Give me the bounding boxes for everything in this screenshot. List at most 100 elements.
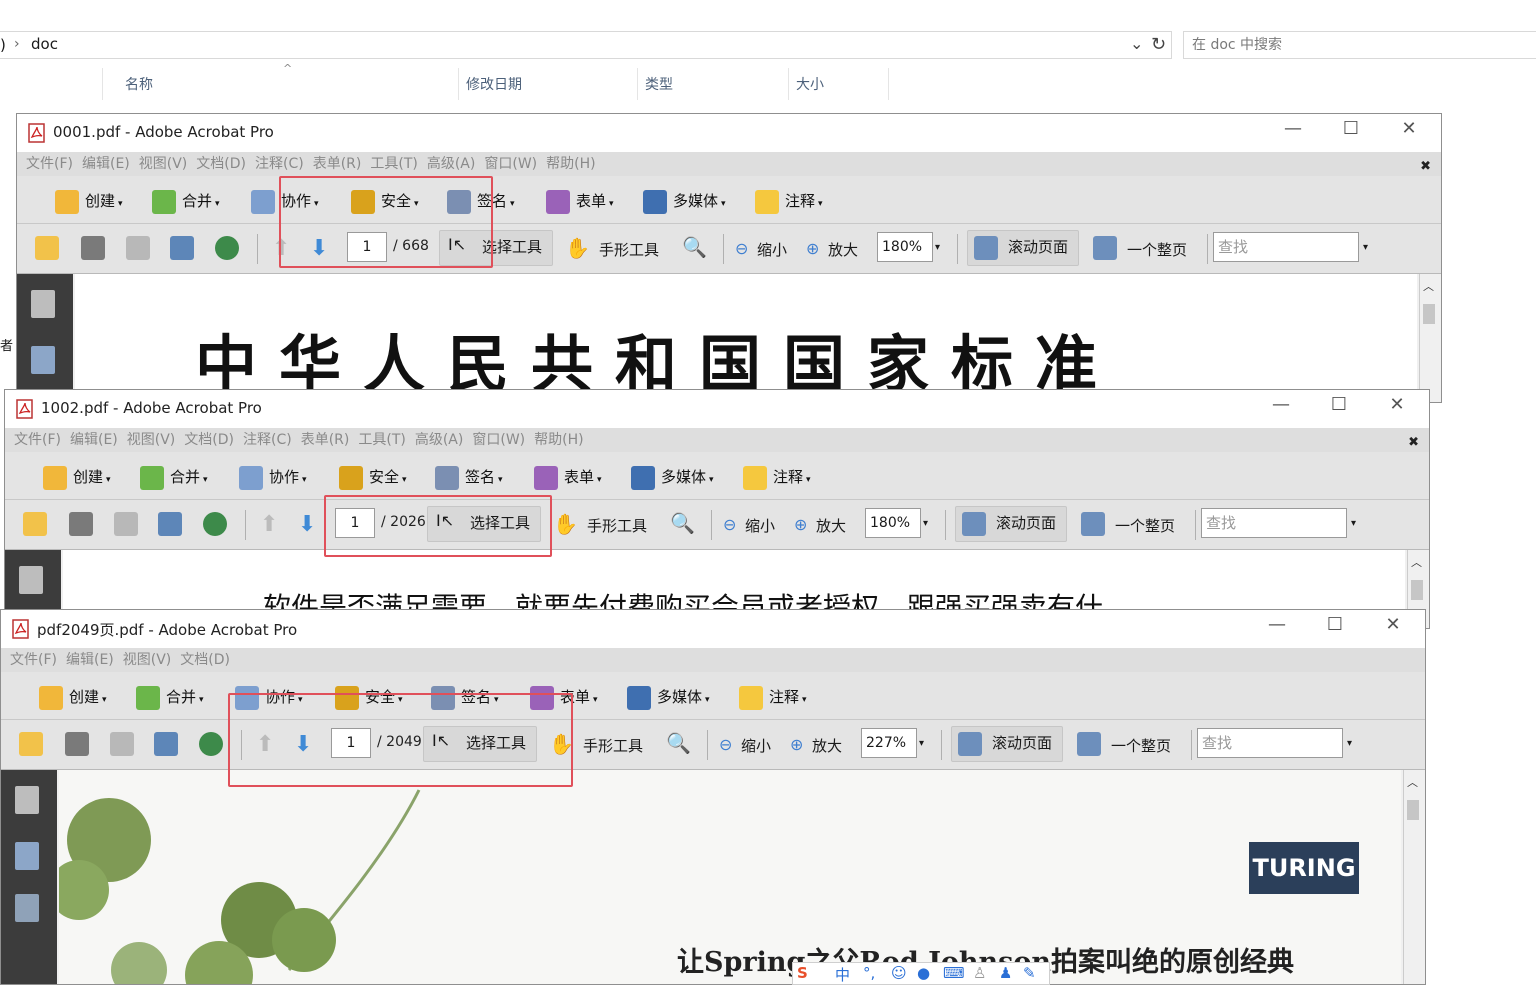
zoom-out-icon[interactable]: ⊖ — [723, 515, 736, 534]
marquee-zoom-icon[interactable]: 🔍 — [682, 235, 707, 259]
fit-page-label[interactable]: 一个整页 — [1111, 735, 1171, 756]
title-bar[interactable]: 0001.pdf - Adobe Acrobat Pro — ☐ ✕ — [17, 114, 1441, 152]
bookmarks-panel-icon[interactable] — [15, 842, 39, 870]
merge-button[interactable]: 合并 ▾ — [152, 188, 220, 214]
zoom-out-label[interactable]: 缩小 — [745, 515, 775, 536]
menu-item[interactable]: 文档(D) — [196, 152, 246, 176]
hand-tool-label[interactable]: 手形工具 — [583, 735, 643, 756]
breadcrumb-doc[interactable]: doc — [31, 35, 58, 53]
pages-panel-icon[interactable] — [15, 786, 39, 814]
ime-language-toggle[interactable]: 中 — [835, 964, 850, 985]
settings-wrench-icon[interactable]: ✎ — [1023, 964, 1036, 982]
zoom-level-select[interactable]: 180% — [877, 232, 933, 262]
emoji-icon[interactable]: ☺ — [891, 964, 907, 982]
user-icon[interactable]: ♙ — [973, 964, 986, 982]
bookmarks-panel-icon[interactable] — [31, 346, 55, 374]
maximize-button[interactable]: ☐ — [1315, 614, 1355, 635]
minimize-button[interactable]: — — [1273, 118, 1313, 139]
zoom-out-icon[interactable]: ⊖ — [719, 735, 732, 754]
comment-button[interactable]: 注释 ▾ — [755, 188, 823, 214]
menu-item[interactable]: 视图(V) — [139, 152, 188, 176]
print-icon[interactable] — [65, 732, 89, 756]
ime-toolbar[interactable]: S 中 °, ☺ ● ⌨ ♙ ♟ ✎ — [792, 962, 1050, 985]
zoom-dropdown-icon[interactable]: ▾ — [923, 518, 928, 529]
refresh-icon[interactable]: ↻ — [1151, 34, 1166, 55]
menu-item[interactable]: 注释(C) — [243, 428, 292, 452]
collaborate-button[interactable]: 协作 ▾ — [239, 464, 307, 490]
find-dropdown-icon[interactable]: ▾ — [1363, 242, 1368, 253]
minimize-button[interactable]: — — [1261, 394, 1301, 415]
zoom-in-icon[interactable]: ⊕ — [806, 239, 819, 258]
create-button[interactable]: 创建 ▾ — [55, 188, 123, 214]
scroll-up-icon[interactable]: ︿ — [1407, 774, 1418, 790]
keyboard-icon[interactable]: ⌨ — [943, 964, 965, 982]
merge-button[interactable]: 合并 ▾ — [136, 684, 204, 710]
previous-page-icon[interactable]: ⬆ — [260, 512, 278, 537]
maximize-button[interactable]: ☐ — [1319, 394, 1359, 415]
multimedia-button[interactable]: 多媒体 ▾ — [643, 188, 726, 214]
menu-item[interactable]: 编辑(E) — [82, 152, 130, 176]
marquee-zoom-icon[interactable]: 🔍 — [670, 511, 695, 535]
menu-item[interactable]: 表单(R) — [301, 428, 350, 452]
zoom-in-label[interactable]: 放大 — [816, 515, 846, 536]
scroll-up-icon[interactable]: ︿ — [1423, 278, 1434, 294]
document-page[interactable]: TURING 让Spring之父Rod Johnson拍案叫绝的原创经典 — [59, 770, 1401, 984]
menu-item[interactable]: 窗口(W) — [472, 428, 525, 452]
zoom-out-label[interactable]: 缩小 — [757, 239, 787, 260]
zoom-in-icon[interactable]: ⊕ — [794, 515, 807, 534]
forms-button[interactable]: 表单 ▾ — [534, 464, 602, 490]
save-icon[interactable] — [126, 236, 150, 260]
menu-item[interactable]: 编辑(E) — [66, 648, 114, 672]
scroll-mode-button[interactable]: 滚动页面 — [955, 506, 1067, 542]
share-globe-icon[interactable] — [203, 512, 227, 536]
search-input[interactable]: 在 doc 中搜索 — [1183, 31, 1536, 59]
menu-item[interactable]: 工具(T) — [370, 152, 417, 176]
menu-item[interactable]: 工具(T) — [358, 428, 405, 452]
zoom-out-icon[interactable]: ⊖ — [735, 239, 748, 258]
multimedia-button[interactable]: 多媒体 ▾ — [631, 464, 714, 490]
print-icon[interactable] — [69, 512, 93, 536]
close-button[interactable]: ✕ — [1373, 614, 1413, 635]
scroll-thumb[interactable] — [1423, 304, 1435, 324]
forms-button[interactable]: 表单 ▾ — [546, 188, 614, 214]
open-folder-icon[interactable] — [35, 236, 59, 260]
save-icon[interactable] — [110, 732, 134, 756]
microphone-icon[interactable]: ● — [917, 964, 930, 982]
menu-item[interactable]: 视图(V) — [123, 648, 172, 672]
menu-item[interactable]: 帮助(H) — [546, 152, 595, 176]
pages-panel-icon[interactable] — [19, 566, 43, 594]
print-icon[interactable] — [81, 236, 105, 260]
open-folder-icon[interactable] — [19, 732, 43, 756]
hand-icon[interactable]: ✋ — [565, 236, 590, 260]
hand-tool-label[interactable]: 手形工具 — [587, 515, 647, 536]
open-folder-icon[interactable] — [23, 512, 47, 536]
vertical-scrollbar[interactable]: ︿ — [1403, 770, 1421, 984]
scroll-thumb[interactable] — [1407, 800, 1419, 820]
fit-page-label[interactable]: 一个整页 — [1127, 239, 1187, 260]
menu-item[interactable]: 文件(F) — [14, 428, 61, 452]
email-icon[interactable] — [158, 512, 182, 536]
sogou-logo-icon[interactable]: S — [797, 964, 808, 982]
zoom-dropdown-icon[interactable]: ▾ — [935, 242, 940, 253]
create-button[interactable]: 创建 ▾ — [43, 464, 111, 490]
find-input[interactable]: 查找 — [1201, 508, 1347, 538]
menu-item[interactable]: 表单(R) — [313, 152, 362, 176]
fit-page-icon[interactable] — [1081, 512, 1105, 536]
fit-page-icon[interactable] — [1093, 236, 1117, 260]
scroll-mode-button[interactable]: 滚动页面 — [967, 230, 1079, 266]
comment-button[interactable]: 注释 ▾ — [739, 684, 807, 710]
close-button[interactable]: ✕ — [1389, 118, 1429, 139]
zoom-level-select[interactable]: 227% — [861, 728, 917, 758]
vertical-scrollbar[interactable]: ︿ — [1419, 274, 1437, 402]
zoom-in-icon[interactable]: ⊕ — [790, 735, 803, 754]
fit-page-label[interactable]: 一个整页 — [1115, 515, 1175, 536]
title-bar[interactable]: pdf2049页.pdf - Adobe Acrobat Pro — ☐ ✕ — [1, 610, 1425, 648]
menu-item[interactable]: 文档(D) — [184, 428, 234, 452]
save-icon[interactable] — [114, 512, 138, 536]
find-dropdown-icon[interactable]: ▾ — [1351, 518, 1356, 529]
menu-item[interactable]: 文件(F) — [26, 152, 73, 176]
menu-item[interactable]: 注释(C) — [255, 152, 304, 176]
column-size[interactable]: 大小 — [796, 74, 824, 94]
find-dropdown-icon[interactable]: ▾ — [1347, 738, 1352, 749]
menu-item[interactable]: 高级(A) — [415, 428, 464, 452]
